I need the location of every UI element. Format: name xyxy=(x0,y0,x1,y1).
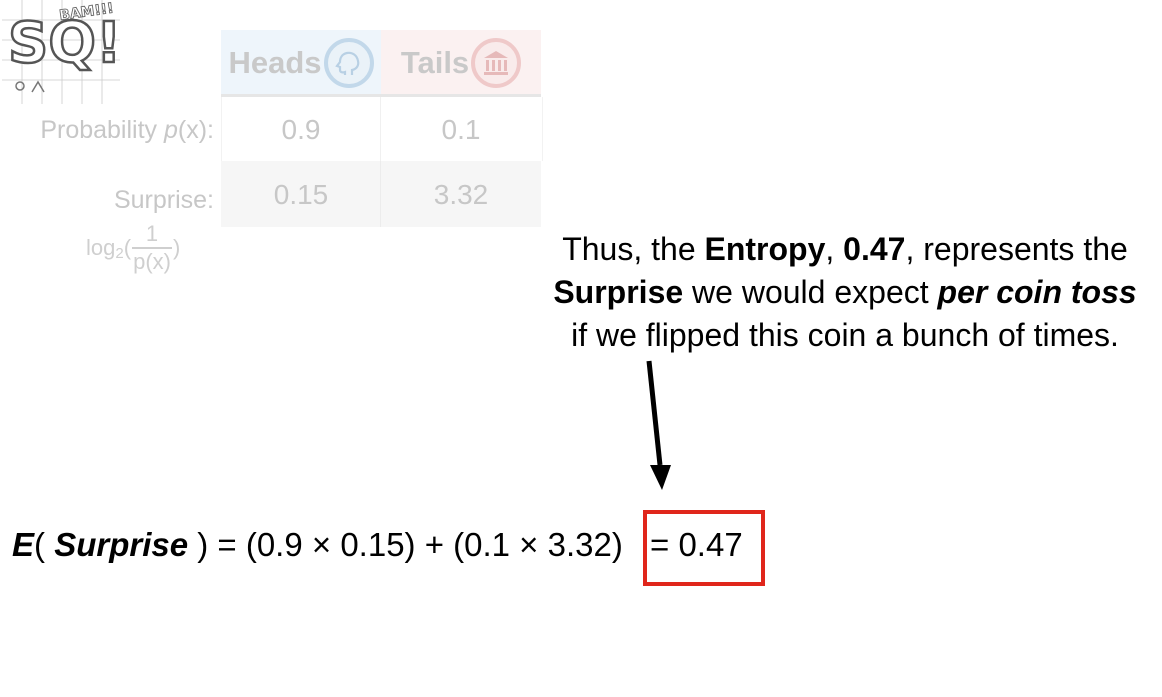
header-tails-label: Tails xyxy=(400,45,470,80)
entropy-annotation: Thus, the Entropy, 0.47, represents the … xyxy=(553,231,1137,353)
entropy-result: = 0.47 xyxy=(650,526,743,563)
statquest-logo: SQ! BAM!!! xyxy=(2,0,120,104)
tails-surprise: 3.32 xyxy=(433,179,489,210)
header-heads-label: Heads xyxy=(228,45,322,80)
heads-probability: 0.9 xyxy=(281,114,321,145)
heads-surprise: 0.15 xyxy=(273,179,329,210)
log-formula: log 2( 1 p(x) ) xyxy=(86,221,181,274)
arrow-down-icon xyxy=(646,360,671,490)
header-heads: Heads xyxy=(221,30,381,96)
surprise-label: Surprise: xyxy=(113,186,214,214)
probability-label: Probability p(x): xyxy=(40,116,214,144)
expected-surprise-equation: E( Surprise ) = (0.9 × 0.15) + (0.1 × 3.… xyxy=(12,526,623,563)
head-profile-icon xyxy=(323,38,374,88)
building-icon xyxy=(471,38,522,88)
tails-probability: 0.1 xyxy=(441,114,481,145)
header-tails: Tails xyxy=(381,30,541,96)
